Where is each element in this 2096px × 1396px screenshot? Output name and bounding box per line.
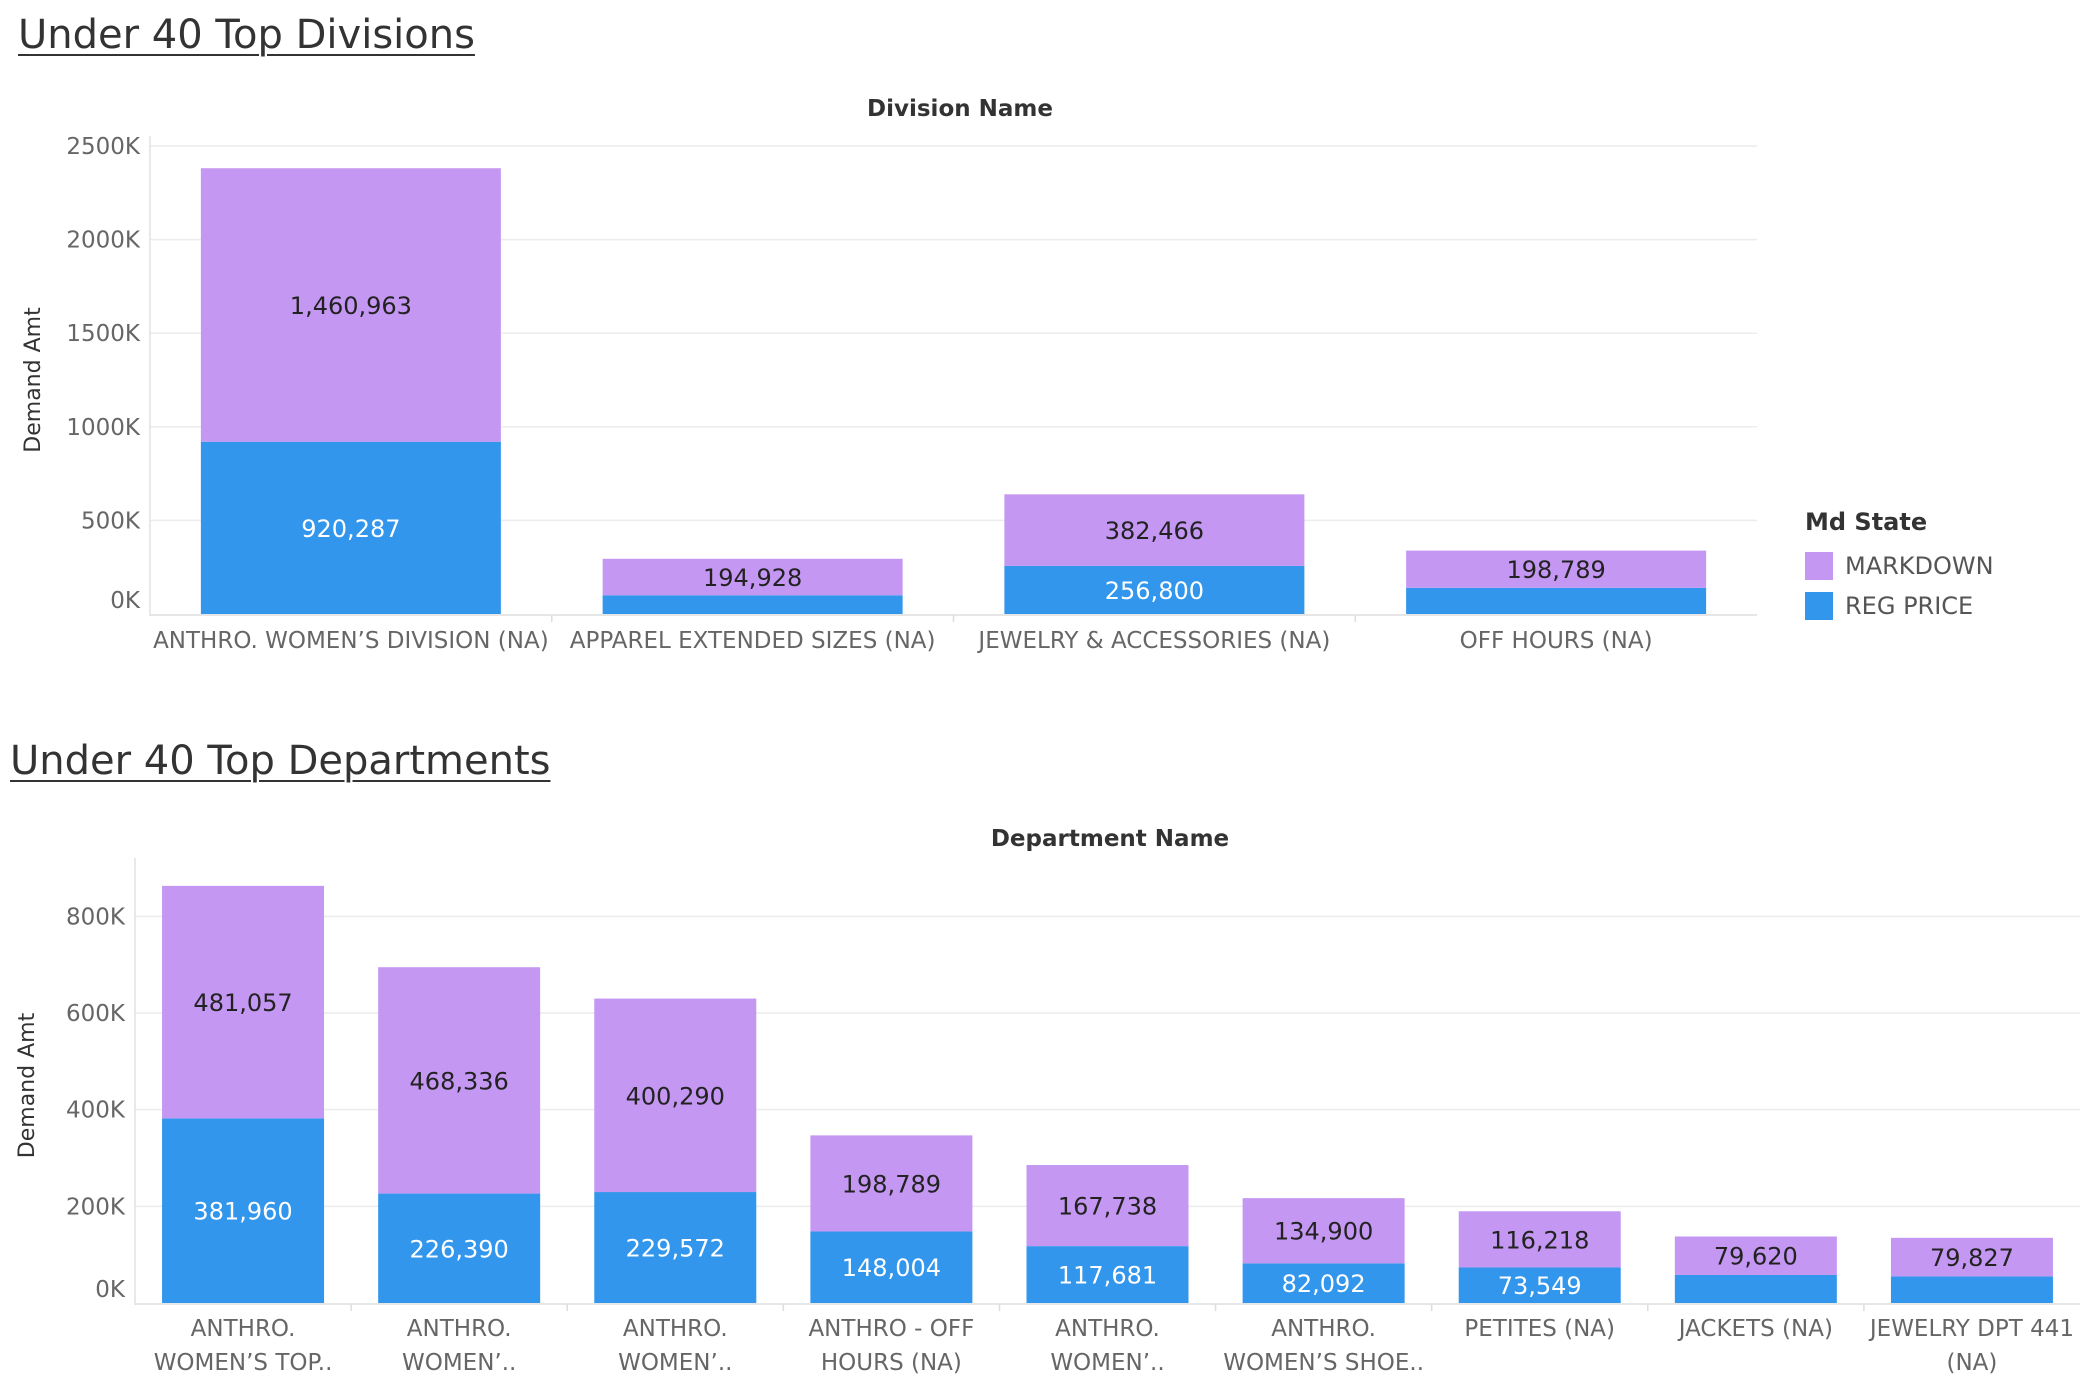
legend-swatch-reg-price — [1805, 592, 1833, 620]
data-label-reg-price: 226,390 — [410, 1235, 509, 1263]
data-label-markdown: 167,738 — [1058, 1193, 1157, 1221]
data-label-markdown: 79,827 — [1930, 1244, 2014, 1272]
departments-chart: 0K 200K 400K 600K 800K Demand Amt Department N… — [15, 826, 2080, 1376]
y-tick-label: 800K — [66, 904, 126, 930]
data-label-reg-price: 229,572 — [626, 1235, 725, 1263]
category-label: HOURS (NA) — [821, 1350, 962, 1376]
y-tick-label: 600K — [66, 1001, 126, 1027]
data-label-markdown: 400,290 — [626, 1082, 725, 1110]
category-label: WOMEN’.. — [1050, 1350, 1164, 1376]
legend-label-reg-price: REG PRICE — [1845, 592, 1974, 620]
legend-item-markdown[interactable]: MARKDOWN — [1805, 546, 1994, 586]
category-label: WOMEN’.. — [402, 1350, 516, 1376]
data-label-markdown: 79,620 — [1714, 1243, 1798, 1271]
y-axis-title: Demand Amt — [15, 1012, 40, 1158]
y-tick-label: 400K — [66, 1098, 126, 1124]
category-label: JEWELRY DPT 441 — [1868, 1316, 2074, 1342]
category-label: ANTHRO. — [623, 1316, 728, 1342]
category-label: WOMEN’S TOP.. — [154, 1350, 333, 1376]
data-label-markdown: 116,218 — [1490, 1226, 1589, 1254]
category-label: ANTHRO. — [407, 1316, 512, 1342]
data-label-markdown: 481,057 — [193, 989, 292, 1017]
legend-swatch-markdown — [1805, 552, 1833, 580]
legend-item-reg-price[interactable]: REG PRICE — [1805, 586, 1994, 626]
data-label-reg-price: 73,549 — [1498, 1272, 1582, 1300]
bar-reg-price — [1890, 1276, 2053, 1303]
data-label-reg-price: 381,960 — [193, 1198, 292, 1226]
y-tick-label: 200K — [66, 1194, 126, 1220]
category-label: ANTHRO. — [191, 1316, 296, 1342]
category-label: ANTHRO. — [1271, 1316, 1376, 1342]
bar-reg-price — [1674, 1274, 1837, 1303]
category-label: ANTHRO. — [1055, 1316, 1160, 1342]
legend: Md State MARKDOWN REG PRICE — [1805, 508, 1994, 626]
category-label: ANTHRO - OFF — [808, 1316, 974, 1342]
category-label: JACKETS (NA) — [1677, 1316, 1833, 1342]
y-tick-label: 0K — [95, 1277, 126, 1303]
data-label-markdown: 468,336 — [410, 1067, 509, 1095]
column-header-title: Department Name — [991, 826, 1229, 852]
data-label-reg-price: 82,092 — [1282, 1270, 1366, 1298]
legend-title: Md State — [1805, 508, 1928, 536]
data-label-reg-price: 117,681 — [1058, 1262, 1157, 1290]
data-label-markdown: 198,789 — [842, 1170, 941, 1198]
category-label: WOMEN’S SHOE.. — [1223, 1350, 1424, 1376]
data-label-reg-price: 148,004 — [842, 1254, 941, 1282]
data-label-markdown: 134,900 — [1274, 1218, 1373, 1246]
legend-label-markdown: MARKDOWN — [1845, 552, 1994, 580]
category-label: (NA) — [1946, 1350, 1997, 1376]
category-label: WOMEN’.. — [618, 1350, 732, 1376]
category-label: PETITES (NA) — [1464, 1316, 1615, 1342]
